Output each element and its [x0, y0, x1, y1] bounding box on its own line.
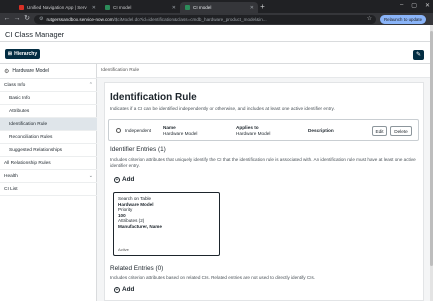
sidebar-item-health[interactable]: Health ⌄ [0, 170, 97, 183]
rule-name-value: Hardware Model [163, 131, 198, 136]
servicenow-favicon-icon [105, 5, 110, 10]
pin-icon[interactable]: ✎ [413, 50, 424, 60]
identification-rule-panel: Identification Rule Indicates if a CI ca… [104, 82, 424, 301]
add-identifier-entry-button[interactable]: + Add [114, 176, 134, 183]
independent-radio[interactable] [116, 128, 121, 133]
close-window-icon[interactable]: ✕ [425, 2, 430, 9]
rule-applies-value: Hardware Model [236, 131, 271, 136]
back-icon[interactable]: ← [2, 14, 12, 24]
sidebar-item-basic-info[interactable]: Basic Info [0, 92, 97, 105]
sidebar-item-identification-rule[interactable]: Identification Rule [0, 118, 97, 131]
identifier-entry-card[interactable]: Search on Table Hardware Model Priority … [113, 192, 220, 256]
url-host: rutgerssandbox.service-now.com [46, 16, 114, 22]
browser-tab-unified-nav[interactable]: Unified Navigation App | Serv ✕ [14, 2, 100, 13]
rule-applies-label: Applies to [236, 125, 259, 130]
edit-button[interactable]: Edit [372, 126, 387, 136]
reload-icon[interactable]: ↻ [22, 14, 32, 24]
entry-status: Active [118, 247, 129, 252]
hierarchy-bar: ⊞ Hierarchy ✎ [0, 42, 430, 64]
sidebar: ⚙ Hardware Model Class Info ⌃ Basic Info… [0, 64, 97, 301]
hierarchy-button[interactable]: ⊞ Hierarchy [5, 49, 40, 59]
browser-tab-ci-model-1[interactable]: CI model ✕ [100, 2, 180, 13]
sidebar-item-label: Identification Rule [9, 121, 48, 127]
url-text: rutgerssandbox.service-now.com/$ciModel.… [46, 17, 266, 22]
url-path: /$ciModel.do?id=identification&class=cmd… [113, 16, 267, 22]
rule-card: Independent Name Hardware Model Applies … [108, 119, 419, 141]
sidebar-item-label: All Relationship Rules [4, 160, 51, 166]
minimize-icon[interactable]: – [400, 2, 403, 9]
address-bar[interactable]: ⚙ rutgerssandbox.service-now.com/$ciMode… [34, 14, 376, 24]
close-icon[interactable]: ✕ [92, 5, 96, 11]
sidebar-item-ci-list[interactable]: CI List [0, 183, 97, 196]
browser-chrome: Unified Navigation App | Serv ✕ CI model… [0, 0, 433, 25]
browser-toolbar: ← → ↻ ⚙ rutgerssandbox.service-now.com/$… [0, 13, 433, 25]
close-icon[interactable]: ✕ [172, 5, 176, 11]
related-entries-title: Related Entries (0) [110, 265, 164, 272]
new-tab-button[interactable]: + [258, 2, 267, 11]
tab-title: Unified Navigation App | Serv [27, 5, 87, 10]
sidebar-item-label: CI List [4, 186, 18, 192]
sidebar-item-label: Suggested Relationships [9, 147, 63, 153]
rule-type: Independent [125, 128, 152, 133]
servicenow-favicon-icon [19, 5, 24, 10]
chevron-up-icon[interactable]: ⌃ [89, 82, 93, 88]
sidebar-item-label: Reconciliation Rules [9, 134, 53, 140]
close-icon[interactable]: ✕ [250, 5, 254, 11]
sidebar-item-label: Attributes [9, 108, 30, 114]
page-title: CI Class Manager [5, 30, 65, 39]
hierarchy-icon: ⊞ [7, 51, 13, 57]
add-related-entry-button[interactable]: + Add [114, 286, 134, 293]
app-header: CI Class Manager [0, 25, 430, 42]
identifier-entries-title: Identifier Entries (1) [110, 146, 166, 153]
servicenow-favicon-icon [185, 5, 190, 10]
page: CI Class Manager ⊞ Hierarchy ✎ ⚙ Hardwar… [0, 25, 430, 301]
sidebar-item-class-info[interactable]: Class Info ⌃ [0, 79, 97, 92]
maximize-icon[interactable]: ▢ [411, 2, 417, 9]
sidebar-item-attributes[interactable]: Attributes [0, 105, 97, 118]
section-description: Indicates if a CI can be identified inde… [110, 106, 335, 111]
sidebar-class-header[interactable]: ⚙ Hardware Model [0, 64, 97, 79]
identifier-entries-description: Includes criterion attributes that uniqu… [110, 157, 416, 168]
sidebar-item-suggested-relationships[interactable]: Suggested Relationships [0, 144, 97, 157]
sidebar-item-label: Basic Info [9, 95, 31, 101]
add-label: Add [122, 286, 135, 293]
rule-description-label: Description [308, 128, 334, 133]
related-entries-description: Includes criterion attributes based on r… [110, 275, 316, 280]
tab-strip: Unified Navigation App | Serv ✕ CI model… [0, 0, 433, 13]
tab-title: CI model [113, 5, 132, 10]
delete-button[interactable]: Delete [390, 126, 412, 136]
chevron-down-icon[interactable]: ⌄ [89, 173, 93, 179]
section-title: Identification Rule [110, 92, 197, 103]
sidebar-item-label: Health [4, 173, 18, 179]
forward-icon[interactable]: → [12, 14, 22, 24]
add-label: Add [122, 176, 135, 183]
hierarchy-label: Hierarchy [14, 51, 38, 57]
sidebar-item-label: Class Info [4, 82, 26, 88]
window-controls: – ▢ ✕ [400, 2, 430, 9]
browser-tab-ci-model-2[interactable]: CI model ✕ [180, 2, 258, 13]
sidebar-class-name: Hardware Model [12, 68, 50, 74]
breadcrumb: Identification Rule [97, 64, 430, 78]
entry-attributes-value: Manufacturer, Name [118, 223, 162, 229]
tab-title: CI model [193, 5, 212, 10]
gear-icon: ⚙ [4, 68, 10, 75]
plus-icon: + [114, 286, 120, 293]
sidebar-item-reconciliation-rules[interactable]: Reconciliation Rules [0, 131, 97, 144]
plus-icon: + [114, 176, 120, 183]
site-info-icon[interactable]: ⚙ [39, 16, 43, 22]
sidebar-item-all-relationship-rules[interactable]: All Relationship Rules [0, 157, 97, 170]
rule-name-label: Name [163, 125, 176, 130]
relaunch-button[interactable]: Relaunch to update [380, 14, 426, 24]
bookmark-star-icon[interactable]: ☆ [367, 15, 372, 24]
